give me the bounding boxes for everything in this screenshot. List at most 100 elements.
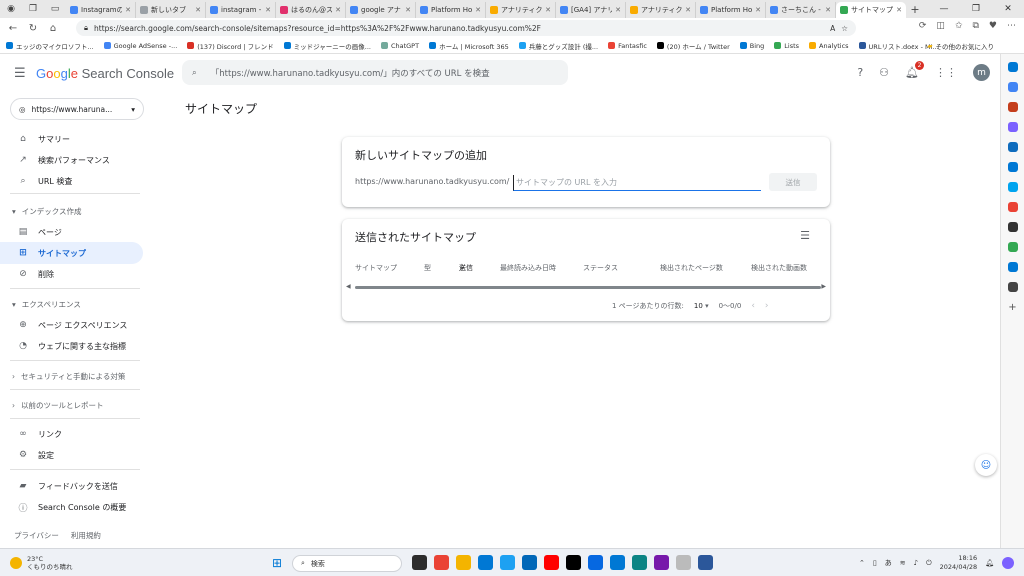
language-icon[interactable]: あ [885,558,892,568]
outlook-icon[interactable] [610,555,625,570]
next-page-icon[interactable]: › [765,301,769,311]
tab-close-icon[interactable]: ✕ [125,6,131,14]
sidebar-item-core-web-vitals[interactable]: ◔ ウェブに関する主な指標 [0,335,143,357]
privacy-link[interactable]: プライバシー [14,530,59,541]
tab-close-icon[interactable]: ✕ [405,6,411,14]
other-favorites-folder[interactable]: › ▰ その他のお気に入り [912,41,994,51]
column-sitemap[interactable]: サイトマップ [355,263,397,273]
chevron-up-icon[interactable]: ⌃ [859,559,865,567]
notifications-icon[interactable]: 🔔︎ 2 [905,61,924,79]
terms-link[interactable]: 利用規約 [71,530,101,541]
browser-tab[interactable]: Platform Ho ✕ [696,2,766,18]
more-icon[interactable]: ⋯ [1007,21,1016,31]
sidebar-item-sitemaps[interactable]: ⊞ サイトマップ [0,242,143,264]
copilot-icon[interactable] [1002,557,1014,569]
bookmark-item[interactable]: 兵藤とグッズ設計 (撮... [518,41,598,51]
word-icon[interactable] [698,555,713,570]
outlook-icon[interactable] [1007,162,1018,172]
url-inspect-search[interactable]: ⌕ 「https://www.harunano.tadkyusyu.com/」内… [182,60,568,85]
tab-close-icon[interactable]: ✕ [335,6,341,14]
url-field[interactable]: 🔒︎ https://search.google.com/search-cons… [76,20,856,36]
property-selector[interactable]: ◎ https://www.haruna... ▾ [10,98,144,120]
browser-tab[interactable]: 新しいタブ ✕ [136,2,206,18]
column-pages-found[interactable]: 検出されたページ数 [660,263,723,273]
power-icon[interactable]: ⏻ [926,559,932,568]
wifi-icon[interactable]: ≋ [900,559,906,567]
menu-icon[interactable]: ☰ [14,66,26,81]
extensions-icon[interactable]: ⟳ [919,21,927,31]
sidebar-item-summary[interactable]: ⌂ サマリー [0,128,143,150]
read-aloud-icon[interactable]: A [830,24,835,33]
google-icon-2[interactable] [1007,242,1018,252]
tab-close-icon[interactable]: ✕ [896,6,902,14]
section-legacy[interactable]: › 以前のツールとレポート [12,400,104,411]
column-type[interactable]: 型 [424,263,431,273]
tiktok-icon[interactable] [566,555,581,570]
sidebar-item-feedback[interactable]: ▰ フィードバックを送信 [0,475,143,497]
send-icon[interactable] [1007,182,1018,192]
users-settings-icon[interactable]: ⚇ [879,66,889,79]
scroll-left-icon[interactable]: ◀ [346,283,351,290]
taskbar-search[interactable]: ⌕ 検索 [292,555,402,572]
notifications-bell-icon[interactable]: 🔔︎ [985,559,994,567]
browser-tab[interactable]: アナリティクス✕ [486,2,556,18]
taskview-icon[interactable] [412,555,427,570]
profile-icon[interactable]: ◉ [0,0,22,18]
store-icon[interactable] [522,555,537,570]
weather-widget[interactable]: 23°C くもりのち晴れ [10,555,73,571]
film-icon[interactable] [1007,222,1018,232]
tab-close-icon[interactable]: ✕ [825,6,831,14]
tab-close-icon[interactable]: ✕ [195,6,201,14]
bookmark-item[interactable]: Google AdSense -... [103,41,177,51]
help-icon[interactable]: ? [857,66,863,79]
bookmark-item[interactable]: Lists [774,41,799,51]
sidebar-item-settings[interactable]: ⚙ 設定 [0,444,143,466]
tab-close-icon[interactable]: ✕ [615,6,621,14]
chrome-icon[interactable] [434,555,449,570]
bookmark-item[interactable]: Fantasfic [608,41,647,51]
browser-tab[interactable]: google アナ ✕ [346,2,416,18]
sidebar-item-performance[interactable]: ↗ 検索パフォーマンス [0,149,143,171]
browser-tab[interactable]: [GA4] アナリ ✕ [556,2,626,18]
tab-actions-icon[interactable]: ▭ [44,0,66,18]
minimize-icon[interactable]: — [928,0,960,18]
refresh-icon[interactable]: ↻ [26,23,40,34]
sidebar-item-page-experience[interactable]: ⊕ ページ エクスペリエンス [0,314,143,336]
windows-start-icon[interactable]: ⊞ [272,556,282,570]
tab-close-icon[interactable]: ✕ [685,6,691,14]
browser-tab[interactable]: アナリティクス✕ [626,2,696,18]
tab-close-icon[interactable]: ✕ [755,6,761,14]
feedback-chat-icon[interactable]: ☺ [975,454,997,476]
clock[interactable]: 18:16 2024/04/28 [940,554,977,572]
split-screen-icon[interactable]: ◫ [936,21,945,31]
mail-icon[interactable] [478,555,493,570]
onenote-icon[interactable] [654,555,669,570]
volume-icon[interactable]: ♪ [914,559,918,567]
explorer-icon[interactable] [456,555,471,570]
scrollbar-thumb[interactable] [355,286,821,289]
browser-tab[interactable]: Platform Ho ✕ [416,2,486,18]
section-experience[interactable]: ▾ エクスペリエンス [12,299,81,310]
bookmark-item[interactable]: エッジのマイクロソフト... [6,41,94,51]
section-indexing[interactable]: ▾ インデックス作成 [12,206,82,217]
column-last-read[interactable]: 最終読み込み日時 [500,263,556,273]
back-icon[interactable]: ← [6,23,20,34]
browser-tab[interactable]: Instagramの ✕ [66,2,136,18]
bookmark-item[interactable]: Analytics [809,41,849,51]
games-icon[interactable] [1007,122,1018,132]
browser-essentials-icon[interactable]: ♥ [989,21,997,31]
restore-icon[interactable]: ❐ [960,0,992,18]
prev-page-icon[interactable]: ‹ [751,301,755,311]
scroll-right-icon[interactable]: ▶ [821,283,826,290]
browser-tab[interactable]: さーちこん - ✕ [766,2,836,18]
bookmark-item[interactable]: (20) ホーム / Twitter [656,41,730,51]
youtube-icon[interactable] [544,555,559,570]
favorite-star-icon[interactable]: ☆ [841,24,848,33]
collections-icon[interactable]: ⧉ [972,21,978,31]
browser-tab[interactable]: サイトマップ ✕ [836,2,906,18]
sidebar-item-removals[interactable]: ⊘ 削除 [0,263,143,285]
section-security[interactable]: › セキュリティと手動による対策 [12,371,125,382]
avatar[interactable]: m [973,64,990,81]
app-icon[interactable] [676,555,691,570]
app-icon[interactable] [1007,282,1018,292]
